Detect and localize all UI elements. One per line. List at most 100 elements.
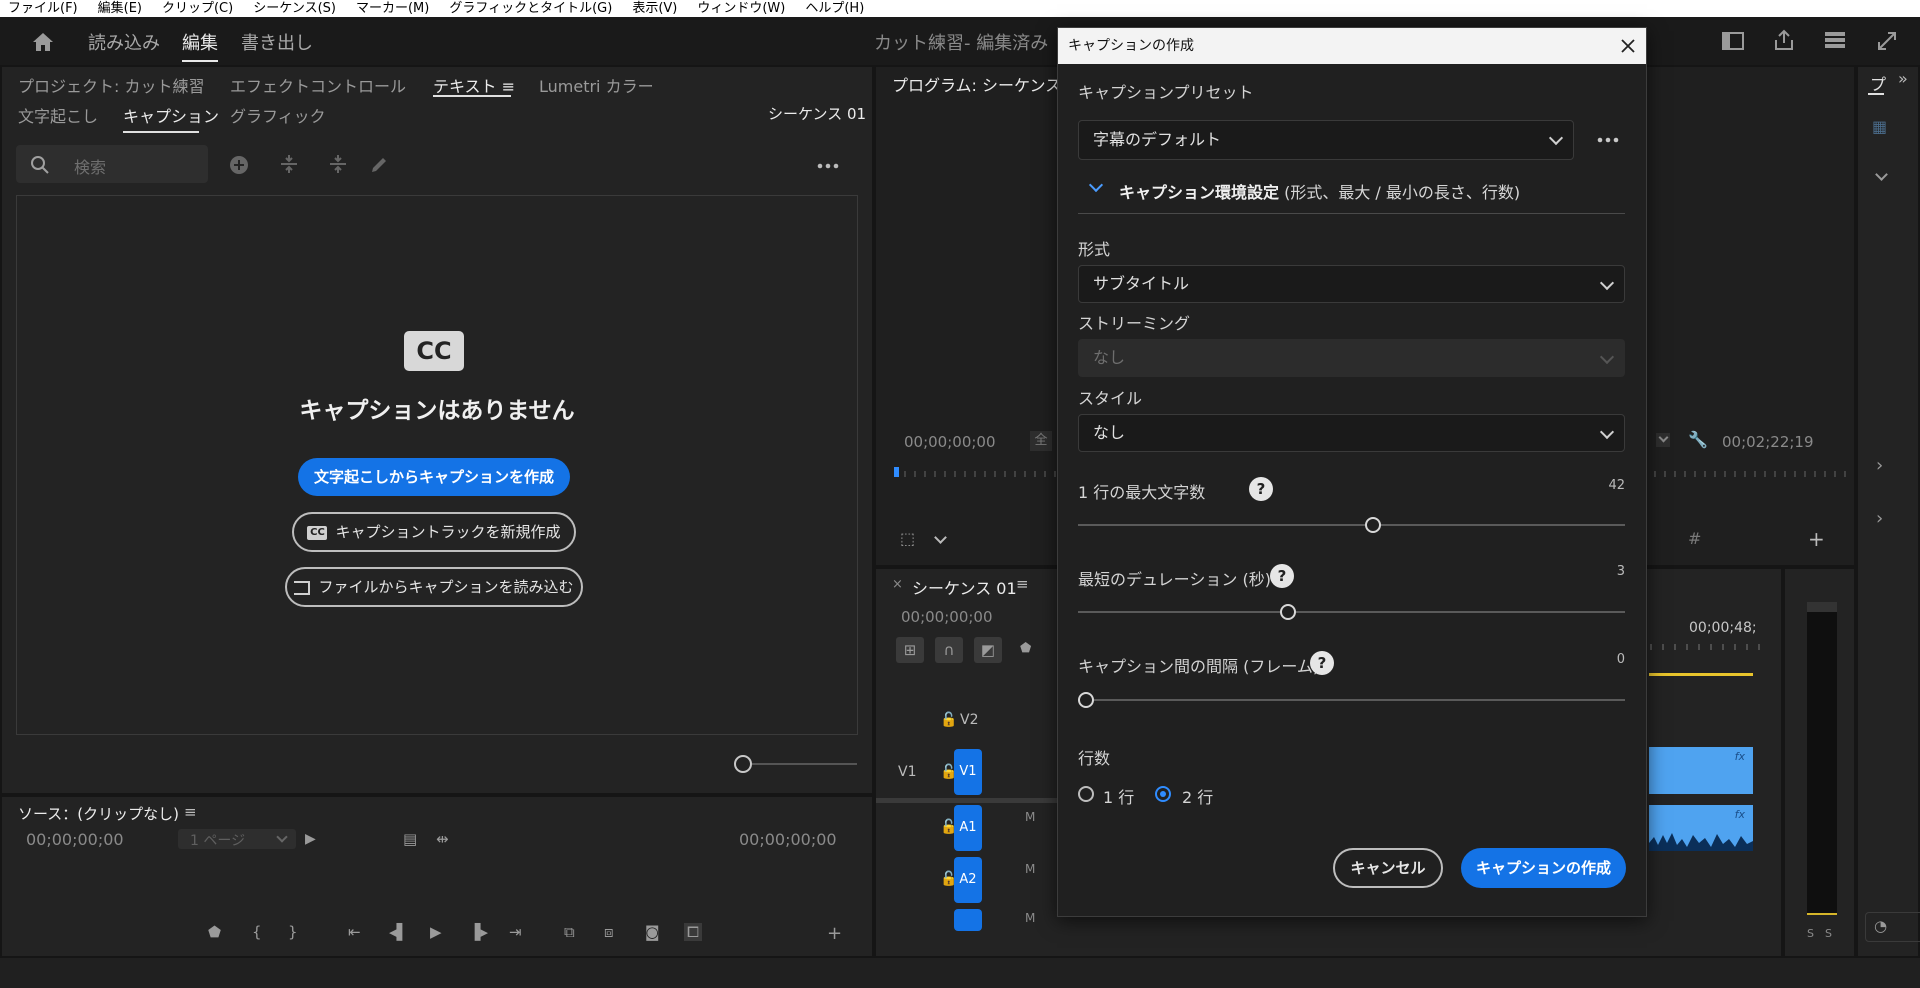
expand-panels-icon[interactable]: » (1898, 69, 1908, 88)
menu-sequence[interactable]: シーケンス(S) (253, 1, 336, 16)
track-name-v2[interactable]: V2 (960, 712, 978, 728)
nest-sequence-icon[interactable]: ⊞ (896, 637, 924, 663)
import-captions-button[interactable]: ファイルからキャプションを読み込む (285, 567, 583, 607)
tab-export[interactable]: 書き出し (241, 29, 313, 55)
menu-view[interactable]: 表示(V) (632, 1, 677, 16)
max-chars-help-icon[interactable]: ? (1249, 477, 1273, 501)
gap-help-icon[interactable]: ? (1310, 651, 1334, 675)
camera-icon[interactable]: ◙ (645, 923, 660, 941)
menu-file[interactable]: ファイル(F) (8, 1, 78, 16)
video-clip[interactable]: fx (1649, 747, 1753, 794)
add-timeline-marker-icon[interactable]: ⬟ (1020, 641, 1031, 656)
mark-in-icon[interactable]: { (252, 923, 262, 941)
create-captions-button[interactable]: キャプションの作成 (1461, 848, 1626, 888)
snap-icon[interactable]: ∩ (935, 637, 963, 663)
track-name-a3[interactable] (954, 909, 982, 931)
close-sequence-icon[interactable]: × (892, 577, 903, 592)
home-icon[interactable] (31, 31, 55, 53)
edit-pencil-icon[interactable] (369, 155, 389, 175)
source-timecode-left[interactable]: 00;00;00;00 (26, 830, 124, 849)
menu-window[interactable]: ウィンドウ(W) (697, 1, 785, 16)
grid-icon[interactable]: # (1688, 529, 1701, 548)
tab-lumetri[interactable]: Lumetri カラー (539, 73, 654, 97)
cancel-button[interactable]: キャンセル (1333, 848, 1443, 888)
track-name-a2[interactable]: A2 (954, 857, 982, 903)
page-select[interactable]: 1 ページ (178, 829, 296, 849)
step-back-icon[interactable]: ◂▌ (389, 923, 408, 941)
program-add-icon[interactable]: + (1808, 527, 1825, 551)
max-chars-slider[interactable] (1078, 524, 1625, 526)
go-to-out-icon[interactable]: ⇥ (509, 923, 522, 941)
sequence-tab[interactable]: シーケンス 01 (912, 575, 1017, 599)
preset-more-icon[interactable] (1597, 137, 1619, 143)
right-arrow-icon-2[interactable]: › (1876, 508, 1883, 529)
solo-left[interactable]: S (1807, 927, 1814, 940)
mute-a1-button[interactable]: M (1025, 810, 1035, 824)
essential-graphics-icon[interactable]: ▦ (1872, 117, 1887, 136)
source-menu-icon[interactable]: ≡ (184, 803, 197, 821)
search-box[interactable]: 検索 (16, 145, 208, 183)
mute-a3-button[interactable]: M (1025, 911, 1035, 925)
play-icon[interactable]: ▶ (430, 923, 442, 941)
play-arrow-icon[interactable]: ▶ (305, 831, 316, 847)
wrench-icon[interactable]: 🔧 (1688, 430, 1708, 449)
subtab-captions[interactable]: キャプション (123, 103, 219, 127)
menu-marker[interactable]: マーカー(M) (356, 1, 429, 16)
mute-a2-button[interactable]: M (1025, 862, 1035, 876)
share-icon[interactable] (1773, 29, 1795, 51)
export-frame-icon[interactable]: ▤ (403, 830, 417, 848)
program-timecode-left[interactable]: 00;00;00;00 (904, 433, 996, 451)
right-panel-chevron-icon[interactable] (1875, 168, 1888, 181)
zoom-slider[interactable] (729, 753, 859, 775)
right-panel-tab[interactable]: プ (1870, 71, 1886, 95)
menu-clip[interactable]: クリップ(C) (162, 1, 233, 16)
max-chars-slider-knob[interactable] (1364, 517, 1381, 533)
min-duration-slider[interactable] (1078, 611, 1625, 613)
style-select[interactable]: なし (1078, 414, 1625, 452)
gap-slider[interactable] (1078, 699, 1625, 701)
insert-icon[interactable]: ⧉ (564, 923, 575, 941)
create-from-transcript-button[interactable]: 文字起こしからキャプションを作成 (298, 458, 570, 496)
lock-v2-icon[interactable]: 🔓 (940, 712, 957, 728)
tab-edit[interactable]: 編集 (182, 29, 218, 55)
min-duration-slider-knob[interactable] (1279, 604, 1296, 620)
menu-graphics[interactable]: グラフィックとタイトル(G) (449, 1, 612, 16)
close-icon[interactable] (1620, 38, 1636, 54)
track-name-v1[interactable]: V1 (954, 749, 982, 795)
safe-margins-icon[interactable]: ⬚ (900, 529, 915, 548)
subtab-transcript[interactable]: 文字起こし (18, 103, 98, 127)
timeline-timecode[interactable]: 00;00;00;00 (901, 608, 993, 626)
menu-edit[interactable]: 編集(E) (98, 1, 142, 16)
source-patch-v1[interactable]: V1 (898, 764, 916, 780)
add-marker-icon[interactable]: ⬟ (208, 923, 221, 941)
track-name-a1[interactable]: A1 (954, 805, 982, 851)
speed-gauge-button[interactable]: ◔ (1865, 912, 1920, 942)
go-to-in-icon[interactable]: ⇤ (348, 923, 361, 941)
audio-clip[interactable]: fx (1649, 805, 1753, 851)
preset-select[interactable]: 字幕のデフォルト (1078, 120, 1574, 160)
lines-radio-2[interactable] (1155, 786, 1171, 802)
new-caption-track-button[interactable]: CC キャプショントラックを新規作成 (292, 512, 576, 552)
merge-caption-icon[interactable] (327, 153, 349, 175)
settings-chevron-icon[interactable] (934, 531, 947, 544)
format-select[interactable]: サブタイトル (1078, 265, 1625, 303)
settings-section-header[interactable]: キャプション環境設定 (形式、最大 / 最小の長さ、行数) (1078, 170, 1625, 214)
workspaces-icon[interactable] (1824, 31, 1846, 49)
gap-slider-knob[interactable] (1078, 692, 1094, 708)
min-duration-help-icon[interactable]: ? (1270, 564, 1294, 588)
subtab-graphics[interactable]: グラフィック (230, 103, 326, 127)
fit-select[interactable]: 全 (1030, 431, 1052, 451)
linked-selection-icon[interactable]: ◩ (974, 637, 1002, 663)
menu-help[interactable]: ヘルプ(H) (805, 1, 864, 16)
mark-out-icon[interactable]: } (288, 923, 298, 941)
work-area-bar[interactable] (1649, 673, 1753, 676)
lines-radio-1[interactable] (1078, 786, 1094, 802)
add-caption-icon[interactable] (229, 155, 249, 175)
right-arrow-icon-1[interactable]: › (1876, 455, 1883, 476)
split-caption-icon[interactable] (278, 153, 300, 175)
tab-project[interactable]: プロジェクト: カット練習 (18, 73, 204, 97)
add-button-icon[interactable]: + (827, 923, 842, 944)
tab-effect-controls[interactable]: エフェクトコントロール (230, 73, 406, 97)
multicam-icon[interactable]: ⧠ (684, 923, 703, 941)
overwrite-icon[interactable]: ⧈ (604, 923, 614, 941)
